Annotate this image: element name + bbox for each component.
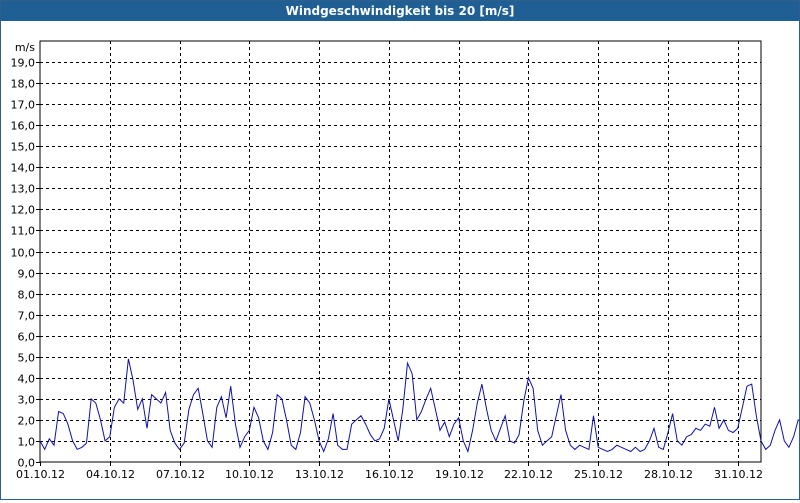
y-tick-label: 16,0	[11, 120, 36, 133]
y-tick-label: 19,0	[11, 57, 36, 70]
x-tick-label: 10.10.12	[225, 468, 274, 481]
y-tick-label: 3,0	[18, 394, 36, 407]
x-tick-label: 31.10.12	[714, 468, 763, 481]
y-tick-label: 17,0	[11, 99, 36, 112]
x-tick-label: 13.10.12	[295, 468, 344, 481]
y-tick-label: 9,0	[18, 268, 36, 281]
x-tick-label: 04.10.12	[86, 468, 135, 481]
y-tick-label: 4,0	[18, 373, 36, 386]
y-tick-label: 13,0	[11, 183, 36, 196]
y-tick-label: 15,0	[11, 141, 36, 154]
y-tick-label: 1,0	[18, 436, 36, 449]
chart-window: Windgeschwindigkeit bis 20 [m/s] 0,0 1,0 2…	[0, 0, 800, 500]
y-tick-label: 2,0	[18, 415, 36, 428]
x-tick-label: 22.10.12	[504, 468, 553, 481]
chart-area: 0,0 1,0 2,0 3,0 4,0 5,0 6,0 7,0 8,0 9,0 10,0 11,0 12…	[1, 21, 800, 499]
x-tick-label: 01.10.12	[16, 468, 65, 481]
x-tick-label: 07.10.12	[156, 468, 205, 481]
y-tick-label: 10,0	[11, 247, 36, 260]
y-tick-label: 11,0	[11, 225, 36, 238]
wind-speed-chart: 0,01,02,03,04,05,06,07,08,09,010,011,012…	[11, 40, 800, 481]
x-tick-label: 25.10.12	[574, 468, 623, 481]
y-tick-label: 14,0	[11, 162, 36, 175]
x-tick-label: 28.10.12	[644, 468, 693, 481]
chart-title: Windgeschwindigkeit bis 20 [m/s]	[1, 1, 799, 21]
y-tick-label: 18,0	[11, 78, 36, 91]
y-axis-label: m/s	[15, 41, 35, 54]
y-tick-label: 7,0	[18, 310, 36, 323]
x-tick-label: 16.10.12	[365, 468, 414, 481]
y-tick-label: 12,0	[11, 204, 36, 217]
y-tick-label: 8,0	[18, 289, 36, 302]
y-tick-label: 6,0	[18, 331, 36, 344]
y-tick-label: 5,0	[18, 352, 36, 365]
x-tick-label: 19.10.12	[435, 468, 484, 481]
